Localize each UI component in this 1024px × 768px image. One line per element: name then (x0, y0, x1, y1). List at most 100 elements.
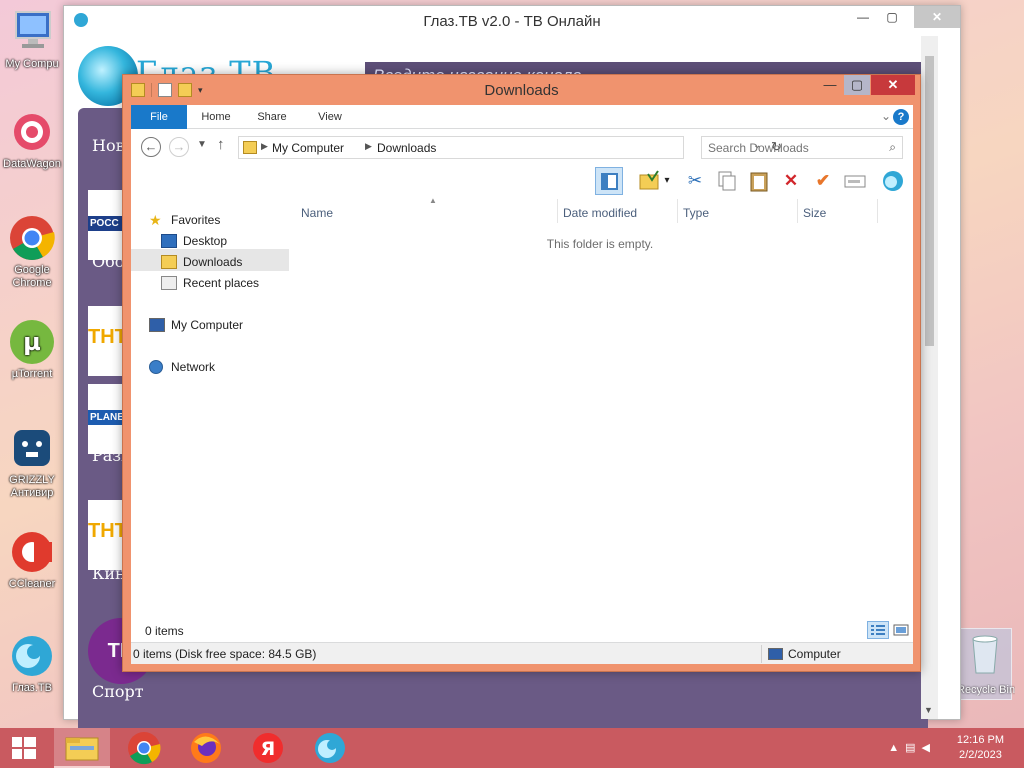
category-sport[interactable]: Спорт (92, 682, 144, 701)
column-date-modified[interactable]: Date modified (563, 203, 637, 223)
glaz-tv-title: Глаз.ТВ v2.0 - ТВ Онлайн (423, 13, 601, 30)
category-cinema[interactable]: Кин (92, 564, 126, 583)
forward-button[interactable]: → (169, 137, 189, 157)
glaz-tv-icon (315, 733, 345, 763)
maximize-button[interactable]: ▢ (844, 75, 870, 95)
file-list[interactable]: ▲ Name Date modified Type Size This fold… (289, 196, 913, 615)
sort-ascending-icon: ▲ (429, 196, 437, 205)
glaz-tv-icon (8, 632, 56, 680)
large-icons-view-button[interactable] (891, 621, 911, 639)
recycle-bin-icon (967, 633, 1003, 675)
delete-icon[interactable]: ✕ (777, 167, 805, 195)
minimize-button[interactable]: — (817, 75, 843, 95)
system-tray[interactable]: ▲▤◀ (888, 741, 936, 754)
utorrent-icon: µ (8, 318, 56, 366)
column-divider[interactable] (797, 199, 798, 223)
start-button[interactable] (0, 728, 48, 768)
column-divider[interactable] (557, 199, 558, 223)
taskbar-chrome[interactable] (116, 728, 172, 768)
up-button[interactable]: ↑ (217, 136, 225, 153)
desktop-icon-my-computer[interactable]: My Compu (0, 8, 64, 71)
taskbar-glaz-tv[interactable] (302, 728, 358, 768)
clock-time: 12:16 PM (956, 734, 1004, 746)
explorer-window: ▾ Downloads — ▢ ✕ File Home Share View ⌄… (122, 74, 921, 672)
tab-file[interactable]: File (131, 105, 187, 129)
desktop-icon-recycle-bin[interactable]: Recycle Bin (957, 628, 1015, 700)
scroll-down-icon[interactable]: ▼ (924, 705, 933, 715)
volume-icon[interactable]: ◀ (922, 742, 936, 754)
nav-item-recent-places[interactable]: Recent places (161, 273, 259, 293)
column-divider[interactable] (877, 199, 878, 223)
scrollbar-thumb[interactable] (925, 56, 934, 346)
tab-share[interactable]: Share (249, 105, 295, 129)
clock-date: 2/2/2023 (959, 749, 1002, 761)
nav-item-my-computer[interactable]: My Computer (149, 315, 243, 335)
show-hidden-icons-icon[interactable]: ▲ (888, 742, 905, 754)
cut-icon[interactable]: ✂ (681, 167, 709, 195)
nav-item-downloads[interactable]: Downloads (161, 252, 242, 272)
folder-options-button[interactable] (635, 167, 663, 195)
recycle-bin-label: Recycle Bin (957, 684, 1015, 696)
chrome-icon (8, 214, 56, 262)
preview-pane-button[interactable] (595, 167, 623, 195)
desktop-icon-utorrent[interactable]: µ µTorrent (0, 318, 64, 381)
copy-icon[interactable] (713, 167, 741, 195)
yandex-browser-icon: Я (253, 733, 283, 763)
breadcrumb-separator-icon[interactable]: ▶ (261, 141, 268, 152)
close-button[interactable]: ✕ (871, 75, 915, 95)
recent-places-icon (161, 276, 177, 290)
nav-item-network[interactable]: Network (149, 357, 215, 377)
desktop-icon-glaz-tv[interactable]: Глаз.ТВ (0, 632, 64, 695)
properties-icon[interactable] (841, 167, 869, 195)
search-box[interactable]: ⌕ (701, 136, 903, 159)
category-review[interactable]: Обо (92, 252, 124, 271)
nav-item-desktop[interactable]: Desktop (161, 231, 227, 251)
nav-label: Network (171, 360, 216, 374)
ribbon-expand-chevron-icon[interactable]: ⌄ (881, 109, 891, 123)
taskbar-firefox[interactable] (178, 728, 234, 768)
breadcrumb-my-computer[interactable]: My Computer (272, 141, 344, 155)
help-icon[interactable]: ? (893, 109, 909, 125)
network-tray-icon[interactable]: ▤ (905, 742, 921, 754)
desktop-icon-chrome[interactable]: Google Chrome (0, 214, 64, 290)
explorer-title: Downloads (484, 82, 559, 99)
address-bar[interactable]: ▶ My Computer ▶ Downloads ⌄ ↻ (238, 136, 782, 159)
tab-view[interactable]: View (307, 105, 353, 129)
category-news[interactable]: Нов (92, 136, 125, 155)
taskbar-explorer[interactable] (54, 728, 110, 768)
search-icon[interactable]: ⌕ (889, 140, 896, 155)
ribbon-tabs: File Home Share View ⌄ ? (131, 105, 913, 129)
glaz-tv-scrollbar[interactable]: ▼ (921, 36, 938, 719)
glaz-tv-shell-icon[interactable] (879, 167, 907, 195)
options-dropdown-icon[interactable]: ▾ (661, 167, 673, 195)
rename-check-icon[interactable]: ✔ (809, 167, 837, 195)
taskbar-clock[interactable]: 12:16 PM 2/2/2023 (957, 733, 1004, 763)
column-divider[interactable] (677, 199, 678, 223)
empty-folder-message: This folder is empty. (546, 237, 654, 251)
navigation-pane: ★ Favorites Desktop Downloads Recent pla… (131, 197, 289, 615)
glaz-tv-close-button[interactable]: ✕ (914, 6, 960, 28)
paste-icon[interactable] (745, 167, 773, 195)
desktop-icon-grizzly[interactable]: GRIZZLY Антивир (0, 424, 64, 500)
column-type[interactable]: Type (683, 203, 709, 223)
glaz-tv-maximize-button[interactable]: ▢ (878, 6, 906, 28)
column-size[interactable]: Size (803, 203, 826, 223)
bear-icon (8, 424, 56, 472)
nav-item-favorites[interactable]: ★ Favorites (149, 210, 220, 230)
svg-text:Я: Я (261, 738, 276, 760)
desktop-icon-ccleaner[interactable]: CCleaner (0, 528, 64, 591)
desktop-icon-datawagon[interactable]: DataWagon (0, 108, 64, 171)
details-view-button[interactable] (867, 621, 889, 639)
large-icons-view-icon (893, 624, 909, 636)
tab-home[interactable]: Home (193, 105, 239, 129)
breadcrumb-downloads[interactable]: Downloads (377, 141, 436, 155)
recent-locations-chevron-icon[interactable]: ▼ (197, 139, 207, 150)
breadcrumb-separator-icon[interactable]: ▶ (365, 141, 372, 152)
search-input[interactable] (708, 141, 878, 155)
layout-pane-icon (601, 173, 618, 190)
taskbar-yandex[interactable]: Я (240, 728, 296, 768)
nav-label: Downloads (183, 255, 243, 269)
back-button[interactable]: ← (141, 137, 161, 157)
column-name[interactable]: Name (301, 203, 333, 223)
glaz-tv-minimize-button[interactable]: — (849, 6, 877, 28)
